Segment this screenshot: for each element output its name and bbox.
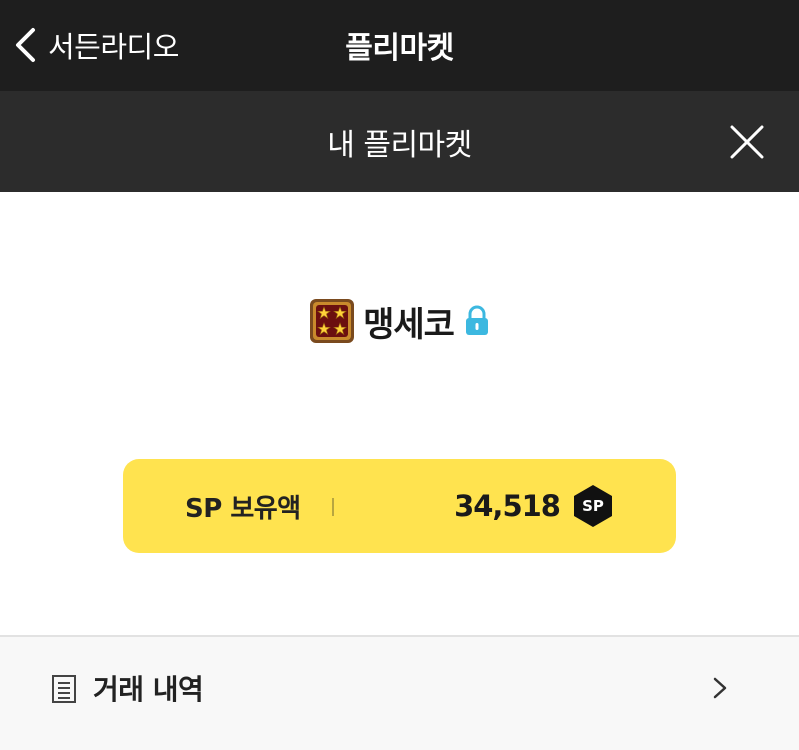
transaction-history-label: 거래 내역 xyxy=(93,673,204,706)
sp-coin-icon: SP xyxy=(572,484,614,528)
my-market-content: 맹세코 SP 보유액 34,518 SP xyxy=(0,192,799,635)
page-title: 플리마켓 xyxy=(345,31,454,66)
sp-balance-value: 34,518 xyxy=(454,489,561,523)
sub-header-title: 내 플리마켓 xyxy=(327,127,472,163)
user-nickname: 맹세코 xyxy=(363,304,455,345)
sp-balance-card: SP 보유액 34,518 SP xyxy=(123,459,676,553)
sp-card-divider xyxy=(332,498,334,516)
chevron-right-icon xyxy=(713,677,727,699)
sp-balance-label: SP 보유액 xyxy=(185,493,301,524)
document-list-icon xyxy=(52,675,76,703)
user-profile: 맹세코 xyxy=(0,296,799,346)
close-button[interactable] xyxy=(729,124,765,160)
close-icon xyxy=(730,125,764,159)
top-navigation-bar: 서든라디오 플리마켓 xyxy=(0,0,799,91)
lock-icon xyxy=(465,305,488,335)
sp-badge-text: SP xyxy=(582,497,604,515)
transaction-history-item[interactable]: 거래 내역 xyxy=(0,637,799,750)
four-star-grade-icon xyxy=(310,299,355,343)
sub-header-bar: 내 플리마켓 xyxy=(0,91,799,192)
